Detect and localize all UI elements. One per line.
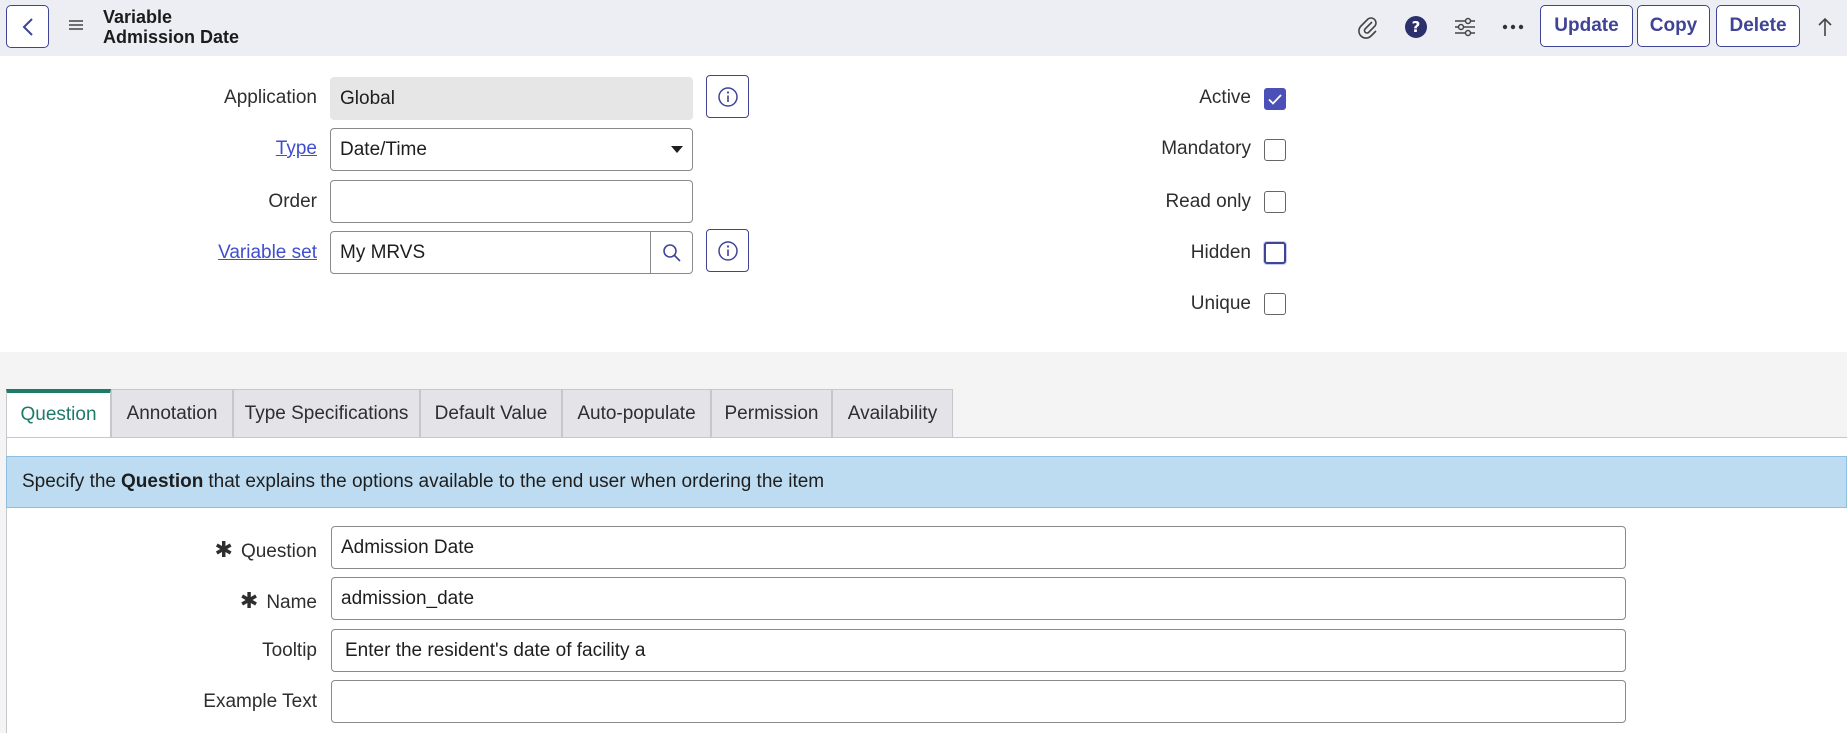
info-banner: Specify the Question that explains the o… bbox=[6, 456, 1847, 508]
info-icon bbox=[717, 240, 738, 261]
read-only-checkbox[interactable] bbox=[1264, 191, 1286, 213]
required-marker: ✱ bbox=[239, 588, 259, 613]
example-text-input[interactable] bbox=[331, 680, 1626, 723]
banner-suffix: that explains the options available to t… bbox=[208, 471, 825, 492]
dropdown-caret-icon bbox=[671, 145, 683, 153]
paperclip-icon[interactable] bbox=[1355, 14, 1381, 40]
mandatory-label: Mandatory bbox=[1161, 138, 1251, 159]
record-title: Variable Admission Date bbox=[103, 7, 239, 47]
active-label: Active bbox=[1199, 87, 1251, 108]
order-label: Order bbox=[268, 191, 317, 212]
example-text-label: Example Text bbox=[203, 691, 317, 712]
type-select-value: Date/Time bbox=[340, 138, 427, 160]
tab-auto-populate[interactable]: Auto-populate bbox=[562, 389, 711, 437]
mandatory-checkbox[interactable] bbox=[1264, 139, 1286, 161]
question-label: ✱ Question bbox=[214, 537, 317, 562]
application-label: Application bbox=[224, 87, 317, 108]
record-name-label: Admission Date bbox=[103, 27, 240, 47]
update-button[interactable]: Update bbox=[1540, 5, 1633, 47]
type-select[interactable]: Date/Time bbox=[330, 128, 693, 171]
tooltip-input[interactable]: Enter the resident's date of facility a bbox=[331, 629, 1626, 672]
variable-set-label-link[interactable]: Variable set bbox=[218, 242, 317, 264]
search-icon bbox=[662, 243, 681, 262]
type-label-link[interactable]: Type bbox=[276, 138, 317, 160]
question-input[interactable]: Admission Date bbox=[331, 526, 1626, 569]
hidden-checkbox[interactable] bbox=[1264, 242, 1286, 264]
variable-set-input[interactable]: My MRVS bbox=[330, 231, 651, 274]
checkmark-icon bbox=[1268, 93, 1282, 105]
tab-default-value[interactable]: Default Value bbox=[420, 389, 562, 437]
order-input[interactable] bbox=[330, 180, 693, 223]
settings-sliders-icon[interactable] bbox=[1452, 14, 1478, 40]
tab-annotation[interactable]: Annotation bbox=[111, 389, 233, 437]
unique-checkbox[interactable] bbox=[1264, 293, 1286, 315]
variable-set-lookup-button[interactable] bbox=[650, 231, 693, 274]
tab-availability[interactable]: Availability bbox=[832, 389, 953, 437]
application-field: Global bbox=[330, 77, 693, 120]
active-checkbox[interactable] bbox=[1264, 88, 1286, 110]
more-options-icon[interactable] bbox=[1500, 14, 1526, 40]
tab-permission[interactable]: Permission bbox=[711, 389, 832, 437]
unique-label: Unique bbox=[1190, 293, 1251, 314]
delete-button[interactable]: Delete bbox=[1716, 5, 1800, 47]
tab-question[interactable]: Question bbox=[6, 389, 111, 437]
tab-type-specifications[interactable]: Type Specifications bbox=[233, 389, 420, 437]
banner-bold: Question bbox=[121, 471, 204, 492]
banner-prefix: Specify the bbox=[22, 471, 116, 492]
record-type-label: Variable bbox=[103, 7, 173, 27]
info-icon bbox=[717, 86, 738, 107]
read-only-label: Read only bbox=[1165, 191, 1251, 212]
tooltip-label: Tooltip bbox=[262, 640, 317, 661]
variable-set-info-button[interactable] bbox=[706, 229, 749, 272]
help-icon[interactable]: ? bbox=[1403, 14, 1429, 40]
required-marker: ✱ bbox=[214, 537, 233, 562]
application-info-button[interactable] bbox=[706, 75, 749, 118]
scroll-up-icon[interactable] bbox=[1812, 14, 1838, 40]
copy-button[interactable]: Copy bbox=[1637, 5, 1710, 47]
hidden-label: Hidden bbox=[1190, 242, 1251, 263]
svg-text:?: ? bbox=[1412, 18, 1421, 36]
hamburger-menu-icon[interactable] bbox=[66, 15, 86, 35]
form-header: Variable Admission Date ? Update Copy De… bbox=[0, 0, 1847, 56]
name-input[interactable]: admission_date bbox=[331, 577, 1626, 620]
back-button[interactable] bbox=[6, 5, 49, 48]
chevron-left-icon bbox=[22, 17, 33, 36]
name-label: ✱ Name bbox=[239, 588, 317, 613]
